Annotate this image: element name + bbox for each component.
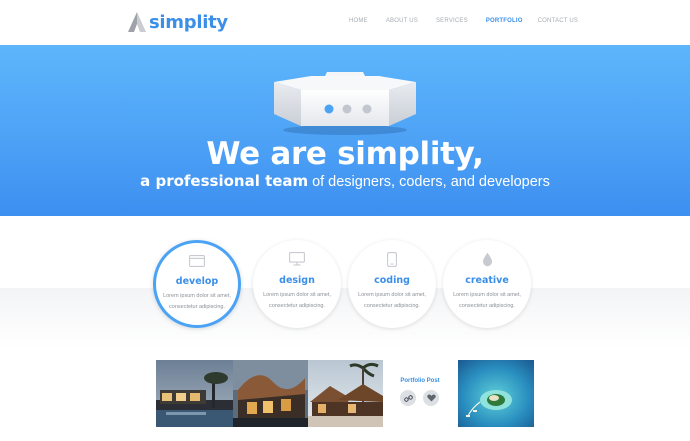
monitor-icon: [253, 252, 341, 266]
service-title: develop: [175, 276, 219, 287]
service-title: creative: [465, 275, 509, 286]
nav-home[interactable]: HOME: [349, 18, 368, 24]
service-description: Lorem ipsum dolor sit amet, consectetur …: [163, 293, 231, 310]
heart-icon: [426, 394, 436, 402]
nav-portfolio[interactable]: PORTFOLIO: [486, 18, 523, 24]
logo-mark-icon: [128, 12, 146, 32]
slide-dot-active: [324, 104, 334, 114]
hero-subtitle-bold: a professional team: [140, 172, 309, 190]
service-coding[interactable]: coding Lorem ipsum dolor sit amet, conse…: [348, 240, 436, 328]
browser-window-icon: [156, 255, 238, 267]
logo-text: simplity: [149, 11, 228, 33]
link-icon: [403, 394, 413, 402]
nav-contact-us[interactable]: CONTACT US: [538, 18, 578, 24]
hero-device-illustration: [274, 72, 416, 135]
hero-title: We are simplity,: [206, 136, 484, 172]
service-title: design: [279, 275, 315, 286]
link-button[interactable]: [400, 390, 416, 406]
portfolio-photo-curved-roof[interactable]: [233, 360, 308, 427]
service-description: Lorem ipsum dolor sit amet, consectetur …: [358, 292, 426, 309]
portfolio-post-label: Portfolio Post: [400, 378, 440, 384]
site-header: simplity HOME ABOUT US SERVICES PORTFOLI…: [0, 0, 690, 45]
service-develop[interactable]: develop Lorem ipsum dolor sit amet, cons…: [153, 240, 241, 328]
main-nav: HOME ABOUT US SERVICES PORTFOLIO CONTACT…: [349, 18, 578, 24]
slide-dot: [362, 104, 372, 114]
drop-icon: [443, 252, 531, 267]
portfolio-photo-island[interactable]: [458, 360, 534, 427]
services-band: [0, 288, 690, 348]
service-description: Lorem ipsum dolor sit amet, consectetur …: [263, 292, 331, 309]
service-description: Lorem ipsum dolor sit amet, consectetur …: [453, 292, 521, 309]
like-button[interactable]: [423, 390, 439, 406]
nav-about-us[interactable]: ABOUT US: [386, 18, 418, 24]
smartphone-icon: [348, 252, 436, 267]
service-design[interactable]: design Lorem ipsum dolor sit amet, conse…: [253, 240, 341, 328]
slide-dot: [342, 104, 352, 114]
hero-subtitle-rest: of designers, coders, and developers: [312, 174, 550, 190]
portfolio-photo-pool-villa[interactable]: [156, 360, 233, 427]
nav-services[interactable]: SERVICES: [436, 18, 468, 24]
hero-banner: We are simplity, a professional team of …: [0, 45, 690, 216]
portfolio-photo-palm-house[interactable]: [308, 360, 383, 427]
logo[interactable]: simplity: [128, 9, 228, 35]
service-title: coding: [374, 275, 410, 286]
hero-subtitle: a professional team of designers, coders…: [0, 172, 690, 190]
service-creative[interactable]: creative Lorem ipsum dolor sit amet, con…: [443, 240, 531, 328]
